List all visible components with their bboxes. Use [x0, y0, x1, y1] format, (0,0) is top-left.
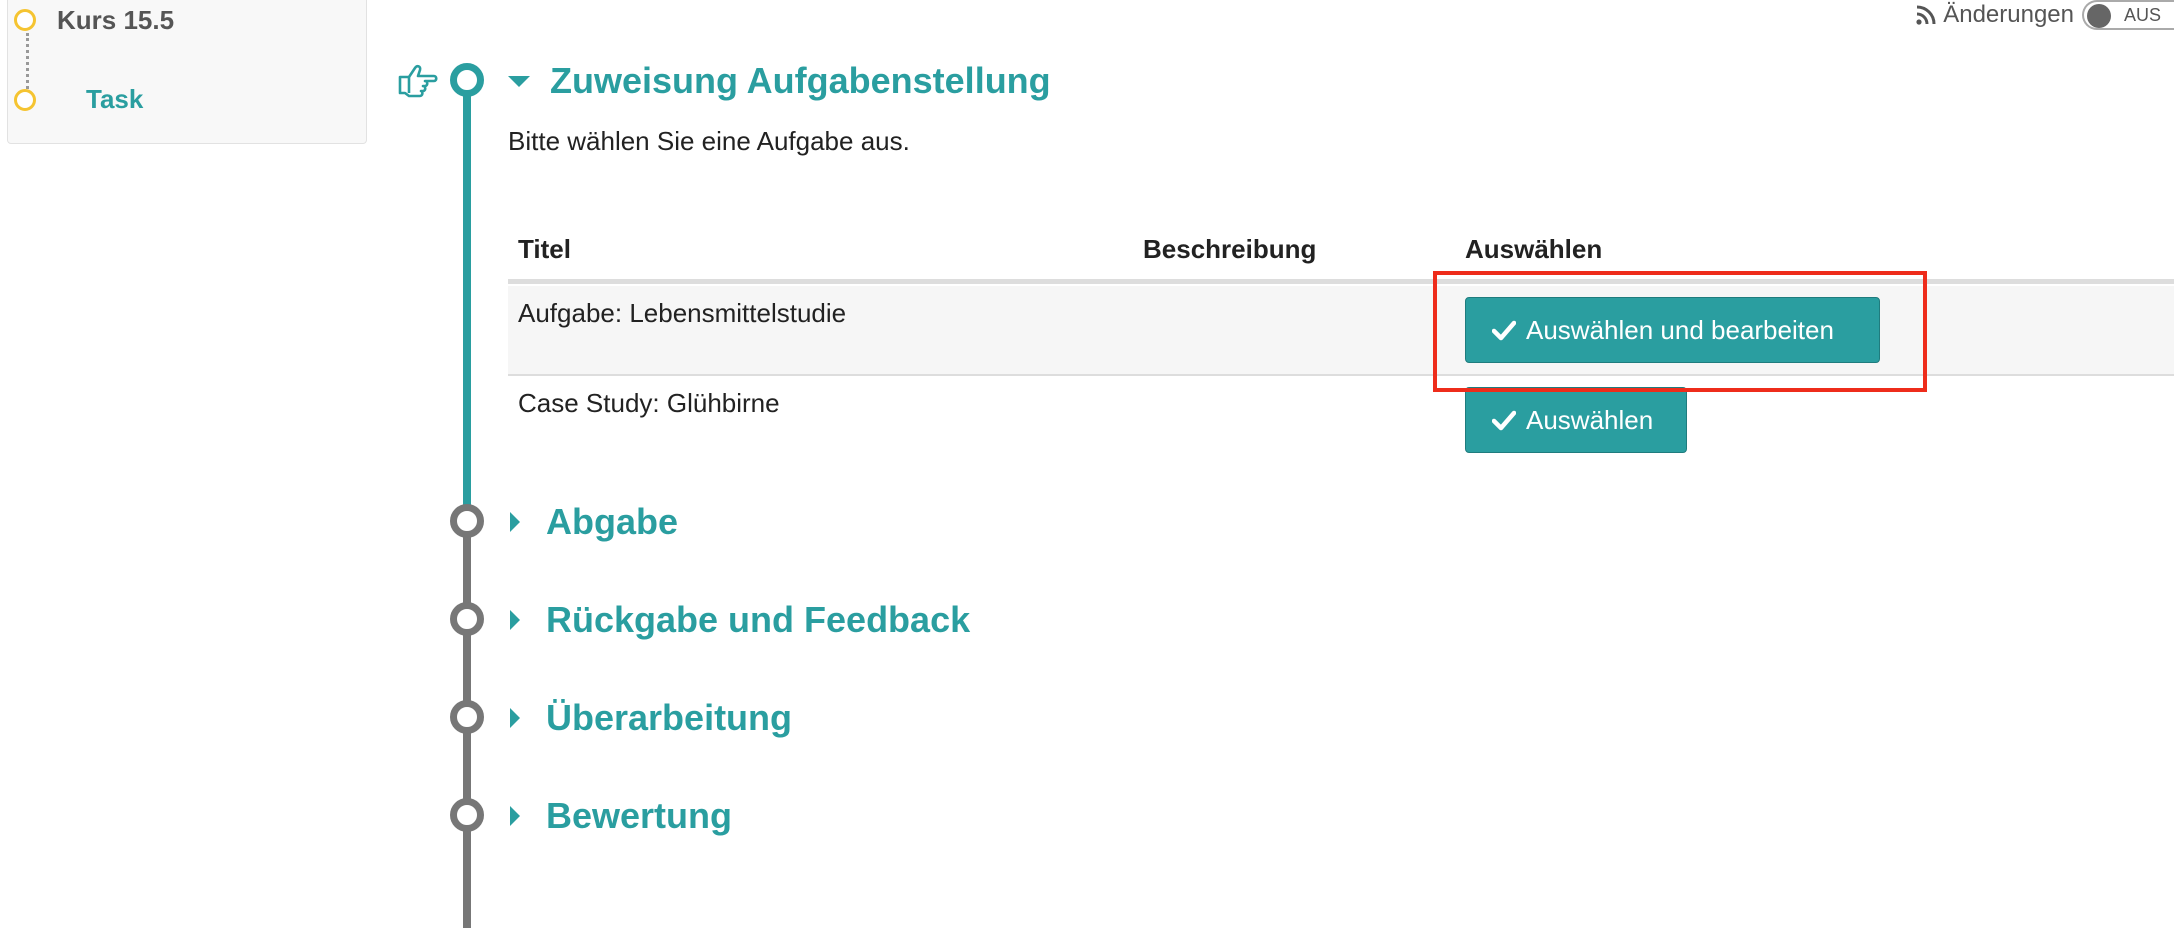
column-header-title[interactable]: Titel [518, 234, 571, 265]
step-title: Bewertung [546, 795, 733, 836]
step-heading-grading[interactable]: Bewertung [508, 795, 732, 837]
step-node-revision [450, 700, 484, 734]
task-title-cell: Aufgabe: Lebensmittelstudie [518, 298, 847, 328]
column-header-description[interactable]: Beschreibung [1143, 234, 1316, 265]
toggle-state: AUS [2124, 4, 2162, 25]
select-label: Auswählen [1526, 404, 1654, 435]
menu-item-task[interactable]: Task [86, 84, 143, 115]
changes-toggle-group: Änderungen AUS [1915, 0, 2174, 30]
step-node-submission [450, 504, 484, 538]
caret-right-icon [510, 512, 520, 532]
caret-right-icon [510, 610, 520, 630]
step-node-assignment [450, 63, 484, 97]
course-title[interactable]: Kurs 15.5 [57, 5, 174, 36]
caret-right-icon [510, 708, 520, 728]
step-heading-submission[interactable]: Abgabe [508, 501, 678, 543]
course-node-icon [14, 9, 36, 31]
hand-pointer-icon [398, 64, 438, 98]
step-title: Zuweisung Aufgabenstellung [550, 60, 1051, 101]
task-title-cell: Case Study: Glühbirne [518, 388, 780, 418]
rss-icon [1916, 5, 1936, 25]
menu-connector [26, 33, 29, 89]
changes-label: Änderungen [1943, 1, 2074, 28]
course-menu: Kurs 15.5 Task [7, 0, 367, 144]
step-node-feedback [450, 602, 484, 636]
step-heading-revision[interactable]: Überarbeitung [508, 697, 792, 739]
toggle-knob [2087, 4, 2111, 28]
step-title: Rückgabe und Feedback [546, 599, 971, 640]
step-heading-feedback[interactable]: Rückgabe und Feedback [508, 599, 970, 641]
step-title: Überarbeitung [546, 697, 793, 738]
caret-right-icon [510, 806, 520, 826]
changes-toggle[interactable]: AUS [2082, 0, 2174, 30]
highlight-box [1433, 271, 1927, 392]
caret-down-icon [508, 75, 530, 87]
task-node-icon [14, 89, 36, 111]
check-icon [1492, 410, 1516, 431]
step-title: Abgabe [546, 501, 679, 542]
timeline-line-active [463, 96, 471, 511]
column-header-select: Auswählen [1465, 234, 1603, 264]
step-heading-assignment[interactable]: Zuweisung Aufgabenstellung [508, 60, 1051, 102]
step-node-grading [450, 798, 484, 832]
select-button[interactable]: Auswählen [1465, 387, 1687, 453]
step-instruction: Bitte wählen Sie eine Aufgabe aus. [508, 126, 910, 156]
